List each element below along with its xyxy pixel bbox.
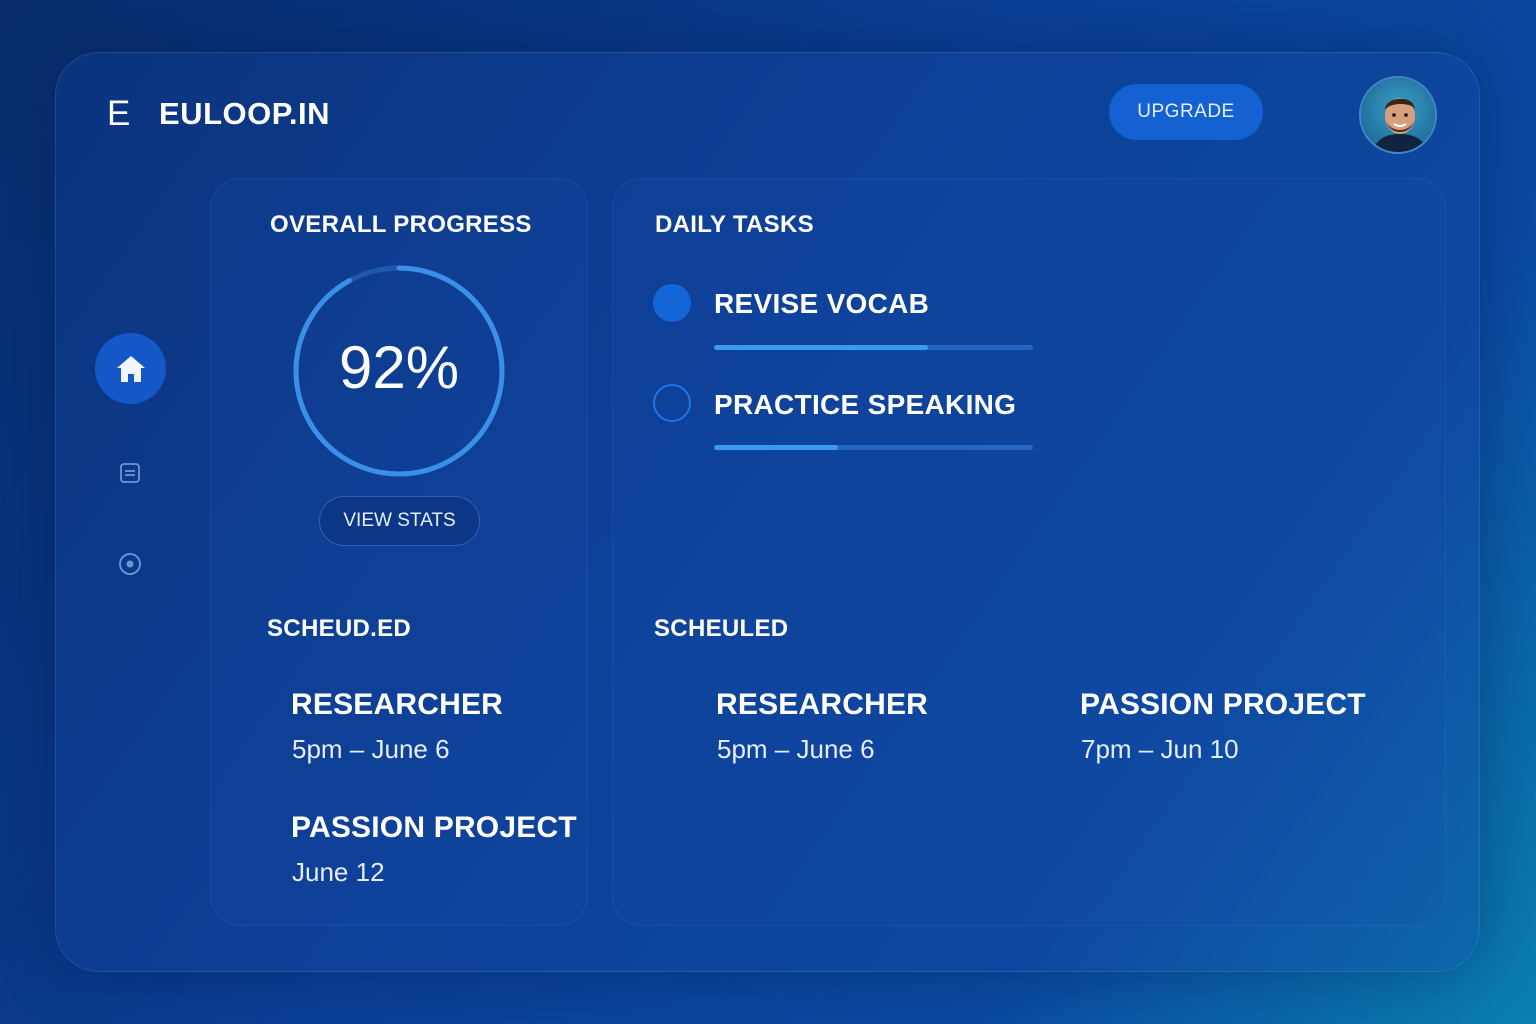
upgrade-button[interactable]: UPGRADE [1109, 84, 1263, 140]
event-time: 5pm – June 6 [717, 734, 875, 764]
user-avatar[interactable] [1359, 76, 1437, 154]
event-time: June 12 [292, 857, 385, 887]
nav-list[interactable] [117, 460, 143, 486]
home-icon [116, 355, 145, 382]
task-progress-revise-vocab [714, 345, 1033, 350]
progress-percent: 92% [338, 334, 460, 401]
schedule-right-title: SCHEULED [654, 615, 789, 642]
target-icon [119, 553, 141, 575]
event-title[interactable]: PASSION PROJECT [291, 811, 577, 845]
task-checkbox-revise-vocab[interactable] [653, 284, 691, 322]
brand-name: EULOOP.IN [159, 96, 331, 131]
list-icon [120, 463, 140, 483]
brand-logo-mark: E [107, 94, 131, 133]
event-title[interactable]: RESEARCHER [716, 688, 928, 722]
event-time: 7pm – Jun 10 [1081, 734, 1239, 764]
task-checkbox-practice-speaking[interactable] [653, 384, 691, 422]
nav-home[interactable] [95, 333, 166, 404]
task-label-revise-vocab[interactable]: REVISE VOCAB [714, 288, 929, 320]
schedule-left-title: SCHEUD.ED [267, 615, 412, 642]
nav-target[interactable] [117, 551, 143, 577]
task-progress-fill [714, 445, 839, 450]
view-stats-button[interactable]: VIEW STATS [319, 496, 480, 546]
progress-title: OVERALL PROGRESS [270, 211, 532, 238]
event-time: 5pm – June 6 [292, 734, 450, 764]
event-title[interactable]: PASSION PROJECT [1080, 688, 1366, 722]
task-label-practice-speaking[interactable]: PRACTICE SPEAKING [714, 389, 1016, 421]
task-progress-practice-speaking [714, 445, 1033, 450]
tasks-title: DAILY TASKS [655, 211, 814, 238]
task-progress-fill [714, 345, 928, 350]
event-title[interactable]: RESEARCHER [291, 688, 503, 722]
